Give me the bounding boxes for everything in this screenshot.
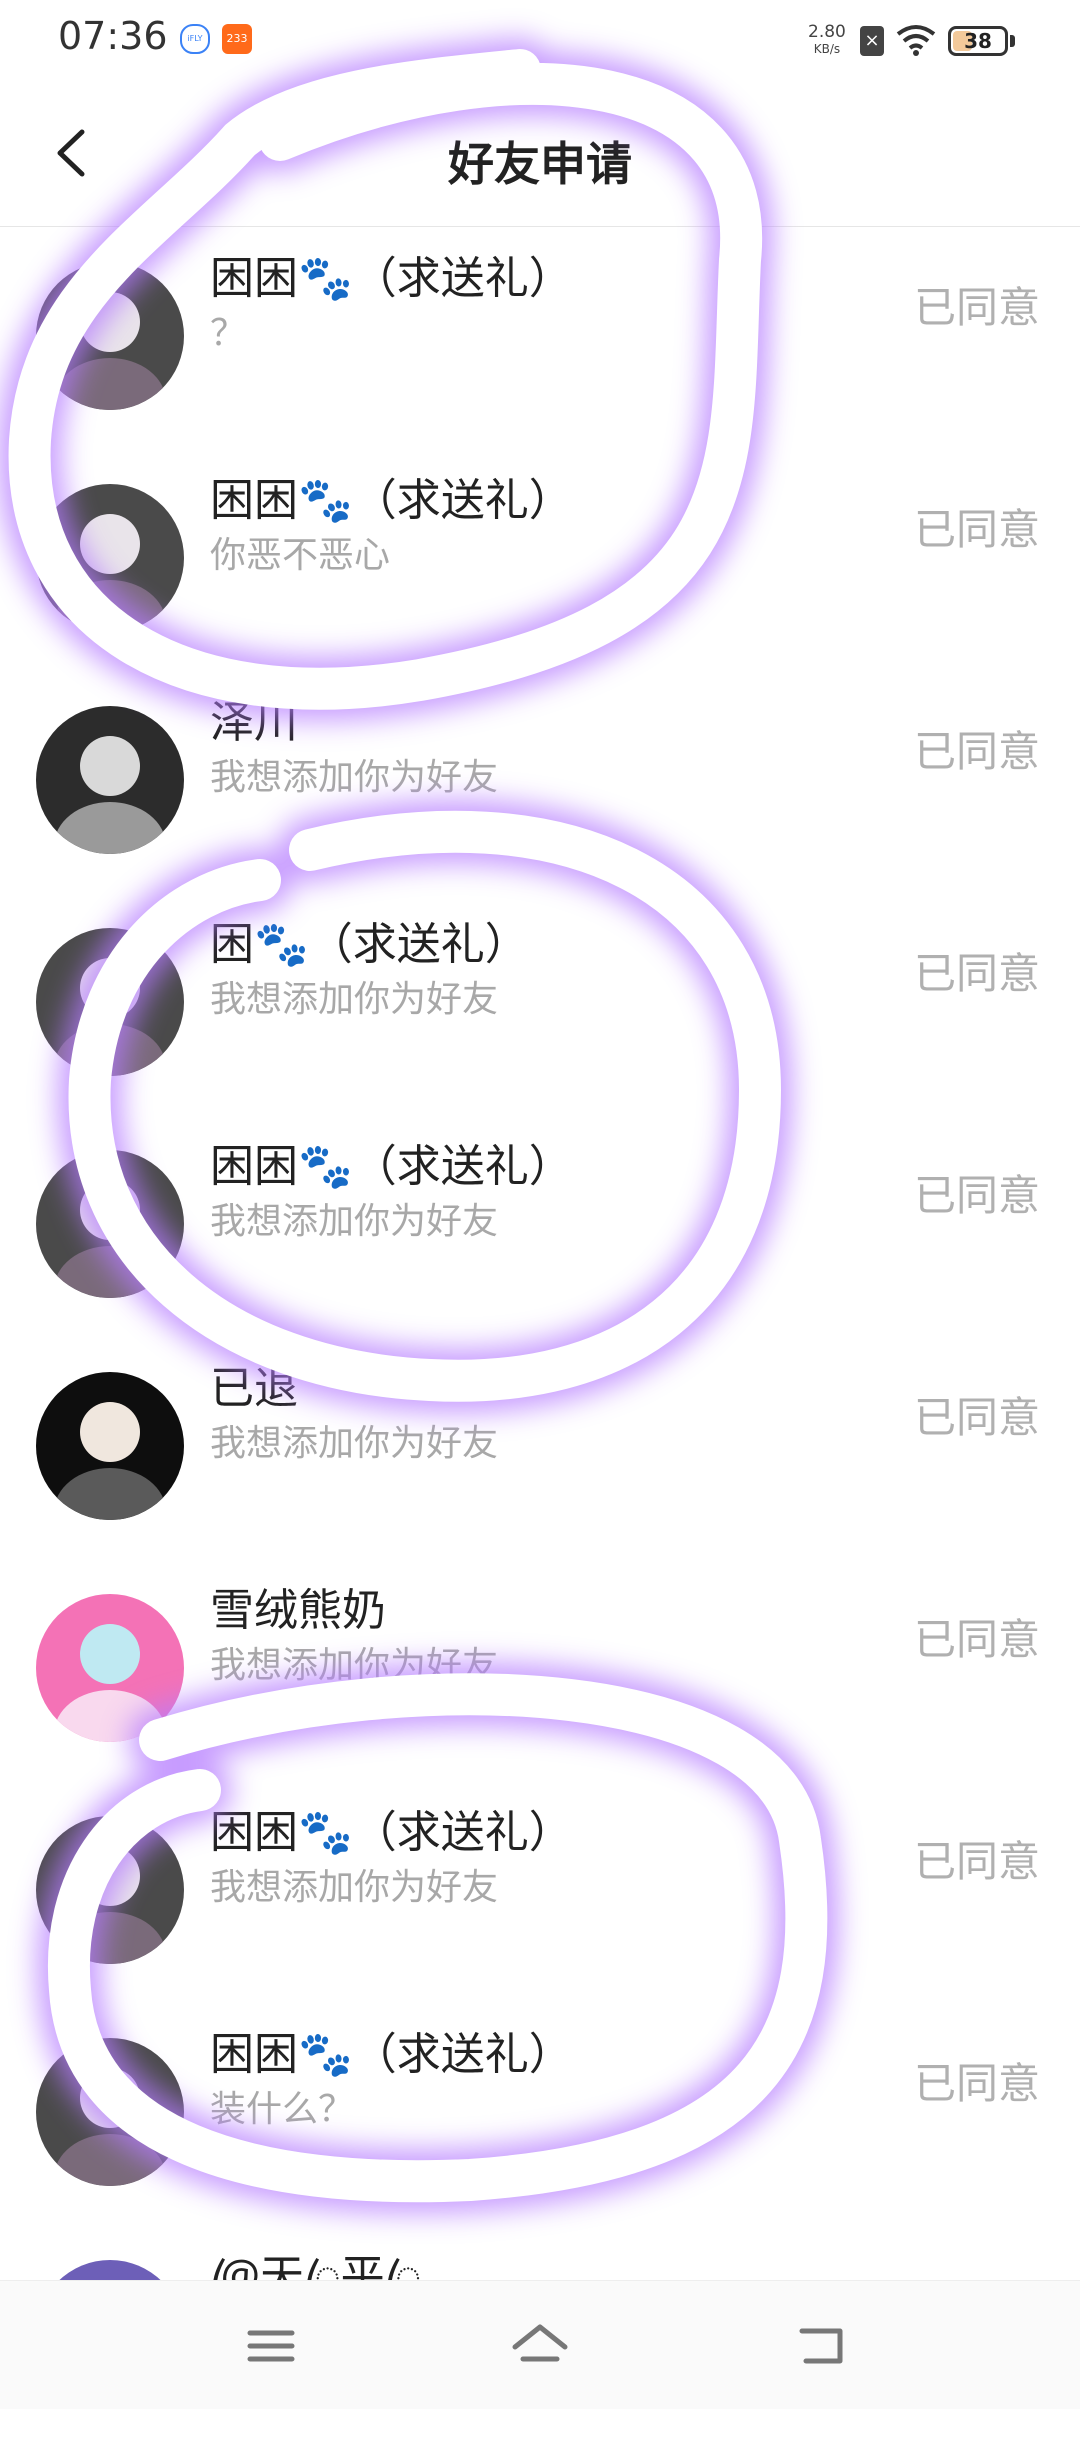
paw-icon: 🐾: [298, 1141, 353, 1192]
requester-name-text: 困困: [210, 1141, 298, 1192]
requester-name-text: 雪绒熊奶: [210, 1585, 386, 1636]
no-sim-icon: ×: [860, 26, 884, 56]
status-bar: 07:36 iFLY 233 2.80 KB/s × 38: [0, 0, 1080, 84]
page-title: 好友申请: [448, 137, 632, 191]
requester-name-suffix: （求送礼）: [352, 1807, 573, 1858]
status-accepted-label: 已同意: [913, 2059, 1040, 2108]
friend-request-row[interactable]: 已退 我想添加你为好友 已同意: [0, 1336, 1080, 1558]
requester-name-suffix: （求送礼）: [352, 2029, 573, 2080]
avatar-image: [36, 1372, 184, 1520]
requester-name: 困困🐾（求送礼）: [210, 1796, 573, 1860]
avatar[interactable]: [36, 1816, 184, 1964]
avatar-image: [36, 484, 184, 632]
home-icon[interactable]: [505, 2311, 575, 2381]
avatar-image: [36, 706, 184, 854]
back-icon[interactable]: [788, 2311, 858, 2381]
header-bar: 好友申请: [0, 84, 1080, 227]
status-accepted-label: 已同意: [913, 1615, 1040, 1664]
status-accepted-label: 已同意: [913, 1171, 1040, 1220]
requester-name-suffix: （求送礼）: [308, 919, 529, 970]
friend-request-row[interactable]: 困困🐾（求送礼） 你恶不恶心 已同意: [0, 448, 1080, 670]
request-message: 我想添加你为好友: [210, 1201, 499, 1242]
paw-icon: 🐾: [298, 1807, 353, 1858]
wifi-icon: [896, 25, 936, 56]
requester-name-text: 困: [210, 919, 254, 970]
avatar-image: [36, 1816, 184, 1964]
requester-name: 困困🐾（求送礼）: [210, 242, 573, 306]
request-message: 我想添加你为好友: [210, 1423, 499, 1464]
friend-request-row[interactable]: 困困🐾（求送礼） 我想添加你为好友 已同意: [0, 1780, 1080, 2002]
friend-request-row[interactable]: 困困🐾（求送礼） 装什么？ 已同意: [0, 2002, 1080, 2224]
avatar-image: [36, 928, 184, 1076]
status-accepted-label: 已同意: [913, 1393, 1040, 1442]
request-message: ？: [210, 313, 247, 354]
avatar[interactable]: [36, 2038, 184, 2186]
avatar[interactable]: [36, 262, 184, 410]
ifly-icon: iFLY: [180, 24, 210, 54]
request-message: 我想添加你为好友: [210, 979, 499, 1020]
requester-name-text: 困困: [210, 475, 298, 526]
request-message: 我想添加你为好友: [210, 1645, 499, 1686]
avatar[interactable]: [36, 1372, 184, 1520]
battery-tip: [1010, 35, 1015, 47]
friend-request-list: 困困🐾（求送礼） ？ 已同意 困困🐾（求送礼） 你恶不恶心 已同意 泽川 我想添…: [0, 226, 1080, 2446]
request-message: 你恶不恶心: [210, 535, 391, 576]
requester-name: 困困🐾（求送礼）: [210, 464, 573, 528]
status-time: 07:36: [58, 14, 168, 58]
friend-request-row[interactable]: 困困🐾（求送礼） ？ 已同意: [0, 226, 1080, 448]
request-message: 我想添加你为好友: [210, 1867, 499, 1908]
avatar[interactable]: [36, 706, 184, 854]
avatar[interactable]: [36, 484, 184, 632]
request-message: 我想添加你为好友: [210, 757, 499, 798]
status-accepted-label: 已同意: [913, 949, 1040, 998]
requester-name: 雪绒熊奶: [210, 1574, 386, 1638]
status-accepted-label: 已同意: [913, 727, 1040, 776]
paw-icon: 🐾: [298, 253, 353, 304]
avatar[interactable]: [36, 1150, 184, 1298]
avatar-image: [36, 1594, 184, 1742]
friend-request-row[interactable]: 雪绒熊奶 我想添加你为好友 已同意: [0, 1558, 1080, 1780]
status-accepted-label: 已同意: [913, 283, 1040, 332]
friend-request-row[interactable]: 困困🐾（求送礼） 我想添加你为好友 已同意: [0, 1114, 1080, 1336]
menu-icon[interactable]: [236, 2311, 306, 2381]
avatar[interactable]: [36, 1594, 184, 1742]
paw-icon: 🐾: [298, 475, 353, 526]
paw-icon: 🐾: [298, 2029, 353, 2080]
requester-name: 困困🐾（求送礼）: [210, 2018, 573, 2082]
friend-request-row[interactable]: 泽川 我想添加你为好友 已同意: [0, 670, 1080, 892]
requester-name-text: 困困: [210, 253, 298, 304]
system-nav-bar: [0, 2280, 1080, 2409]
friend-request-row[interactable]: 困🐾（求送礼） 我想添加你为好友 已同意: [0, 892, 1080, 1114]
requester-name: 泽川: [210, 686, 298, 750]
avatar-image: [36, 1150, 184, 1298]
requester-name-text: 已退: [210, 1363, 298, 1414]
bilibili-233-icon: 233: [222, 24, 252, 54]
requester-name: 困困🐾（求送礼）: [210, 1130, 573, 1194]
requester-name-suffix: （求送礼）: [352, 1141, 573, 1192]
avatar[interactable]: [36, 928, 184, 1076]
requester-name-text: 泽川: [210, 697, 298, 748]
status-accepted-label: 已同意: [913, 505, 1040, 554]
requester-name-suffix: （求送礼）: [352, 475, 573, 526]
paw-icon: 🐾: [254, 919, 309, 970]
battery-level: 38: [964, 29, 992, 53]
network-speed-value: 2.80: [808, 22, 846, 42]
status-accepted-label: 已同意: [913, 1837, 1040, 1886]
request-message: 装什么？: [210, 2089, 355, 2130]
network-speed-unit: KB/s: [813, 42, 841, 56]
requester-name: 已退: [210, 1352, 298, 1416]
requester-name-text: 困困: [210, 2029, 298, 2080]
requester-name-text: 困困: [210, 1807, 298, 1858]
battery-icon: 38: [948, 26, 1008, 56]
avatar-image: [36, 2038, 184, 2186]
network-speed: 2.80 KB/s: [808, 24, 846, 58]
requester-name-suffix: （求送礼）: [352, 253, 573, 304]
avatar-image: [36, 262, 184, 410]
requester-name: 困🐾（求送礼）: [210, 908, 529, 972]
